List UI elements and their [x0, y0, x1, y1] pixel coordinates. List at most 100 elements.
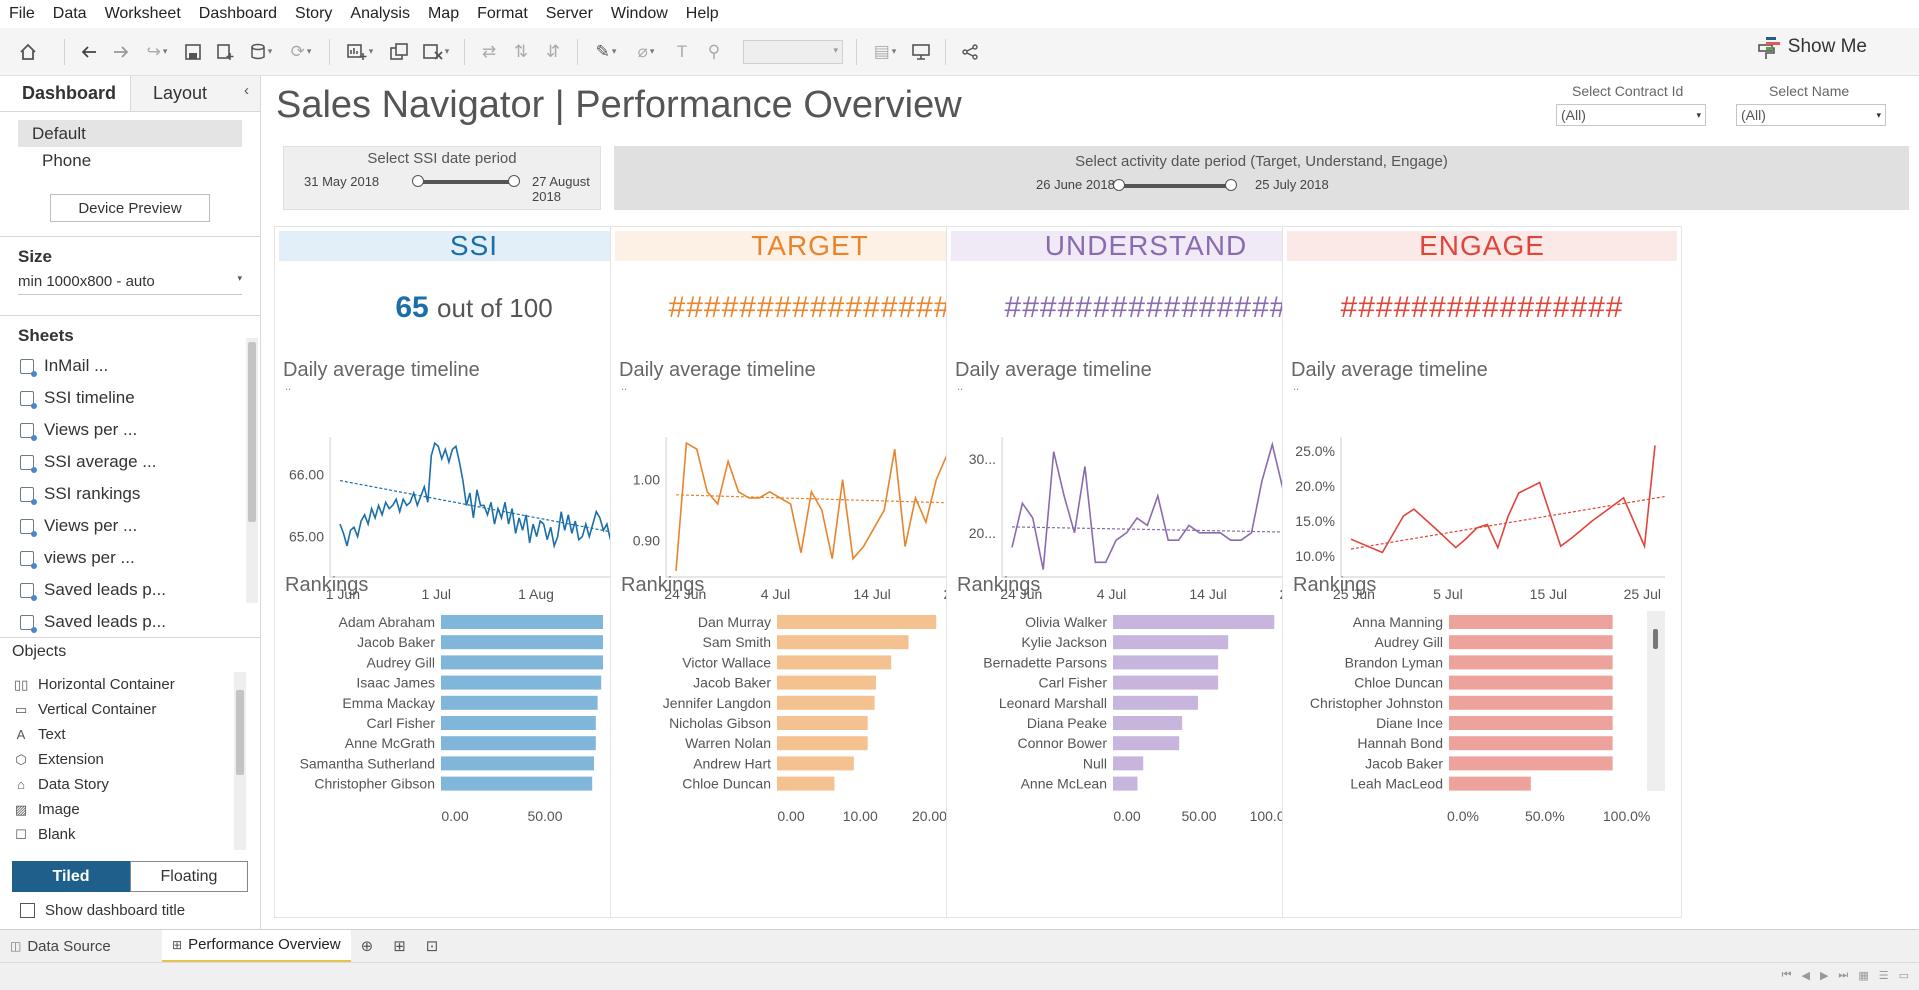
object-item[interactable]: ▨ Image: [0, 797, 175, 822]
menu-window[interactable]: Window: [602, 5, 677, 23]
activity-date-slider[interactable]: [1113, 179, 1237, 191]
rankings-scrollbar[interactable]: [1647, 611, 1665, 791]
sheets-scrollbar[interactable]: [246, 338, 258, 603]
sheet-item-label: SSI timeline: [44, 388, 135, 407]
replay-icon[interactable]: ↪ ▾: [137, 36, 177, 68]
tab-data-source[interactable]: ◫ Data Source: [0, 930, 162, 963]
scroll-thumb[interactable]: [1653, 629, 1658, 649]
tab-performance-overview[interactable]: ⊞ Performance Overview: [162, 929, 351, 963]
sheet-item[interactable]: InMail ...: [0, 350, 260, 382]
size-dropdown[interactable]: min 1000x800 - auto ▾: [18, 273, 242, 295]
fit-dropdown[interactable]: ▾: [738, 36, 848, 68]
menu-dashboard[interactable]: Dashboard: [190, 5, 286, 23]
list-view-icon[interactable]: ☰: [1879, 969, 1889, 982]
floating-button[interactable]: Floating: [130, 861, 248, 892]
device-preview-button[interactable]: Device Preview: [50, 194, 210, 222]
last-page-icon[interactable]: ⏭: [1838, 969, 1848, 982]
slider-start-handle[interactable]: [1113, 179, 1125, 191]
object-item[interactable]: ⌂ Data Story: [0, 772, 175, 797]
save-icon[interactable]: [177, 36, 209, 68]
objects-scrollbar[interactable]: [234, 672, 246, 850]
sheet-item[interactable]: Views per ...: [0, 414, 260, 446]
ranking-name-label: Chloe Duncan: [1354, 675, 1443, 691]
sort-descending-icon[interactable]: ⇵: [537, 36, 569, 68]
highlight-icon[interactable]: ✎ ▾: [586, 36, 626, 68]
filmstrip-view-icon[interactable]: ▭: [1899, 969, 1909, 982]
device-default[interactable]: Default: [18, 120, 242, 147]
next-page-icon[interactable]: ▶: [1820, 969, 1828, 982]
sheet-item[interactable]: SSI average ...: [0, 446, 260, 478]
tab-layout[interactable]: Layout: [129, 76, 260, 111]
menu-map[interactable]: Map: [419, 5, 468, 23]
sheet-item[interactable]: SSI rankings: [0, 478, 260, 510]
home-icon[interactable]: [0, 36, 56, 68]
object-item[interactable]: A Text: [0, 722, 175, 747]
group-members-icon[interactable]: ⌀ ▾: [626, 36, 666, 68]
refresh-icon[interactable]: ⟳ ▾: [281, 36, 321, 68]
slider-end-handle[interactable]: [508, 175, 520, 187]
sheet-item[interactable]: SSI timeline: [0, 382, 260, 414]
redo-icon[interactable]: [105, 36, 137, 68]
ranking-bar: [1113, 635, 1229, 650]
name-filter-value: (All): [1741, 107, 1766, 123]
undo-icon[interactable]: [73, 36, 105, 68]
ssi-date-slider[interactable]: [412, 175, 520, 187]
pause-updates-icon[interactable]: ▾: [241, 36, 281, 68]
ranking-bar: [1113, 756, 1144, 771]
presentation-mode-icon[interactable]: [905, 36, 937, 68]
sort-ascending-icon[interactable]: ⇅: [505, 36, 537, 68]
sheet-item[interactable]: views per ...: [0, 542, 260, 574]
menu-story[interactable]: Story: [286, 5, 341, 23]
ranking-name-label: Brandon Lyman: [1345, 654, 1443, 670]
menu-format[interactable]: Format: [468, 5, 537, 23]
new-worksheet-icon[interactable]: ▾: [338, 36, 382, 68]
contract-filter-dropdown[interactable]: (All) ▾: [1556, 104, 1706, 126]
menu-help[interactable]: Help: [677, 5, 728, 23]
x-tick-label: 0.0%: [1447, 808, 1479, 824]
menu-file[interactable]: File: [0, 5, 44, 23]
object-item[interactable]: ⬡ Extension: [0, 747, 175, 772]
ranking-name-label: Kylie Jackson: [1021, 634, 1107, 650]
show-dashboard-title-checkbox[interactable]: Show dashboard title: [20, 902, 185, 919]
sheet-item[interactable]: Views per ...: [0, 510, 260, 542]
device-phone[interactable]: Phone: [18, 147, 242, 174]
grid-view-icon[interactable]: ▦: [1858, 969, 1868, 982]
object-item[interactable]: ▭ Vertical Container: [0, 697, 175, 722]
name-filter-dropdown[interactable]: (All) ▾: [1736, 104, 1886, 126]
clear-sheet-icon[interactable]: ▾: [416, 36, 456, 68]
show-mark-labels-icon[interactable]: T: [666, 36, 698, 68]
menu-server[interactable]: Server: [537, 5, 602, 23]
tab-dashboard[interactable]: Dashboard: [0, 76, 130, 111]
new-dashboard-tab-icon[interactable]: ⊞: [383, 930, 416, 963]
new-data-source-icon[interactable]: [209, 36, 241, 68]
dashboard-tab-icon: ⊞: [172, 937, 183, 952]
menu-analysis[interactable]: Analysis: [341, 5, 419, 23]
fix-axes-icon[interactable]: ⚲: [698, 36, 730, 68]
ranking-bar: [777, 655, 892, 670]
swap-rows-columns-icon[interactable]: ⇄: [473, 36, 505, 68]
share-icon[interactable]: [954, 36, 986, 68]
tiled-button[interactable]: Tiled: [12, 861, 130, 892]
show-dashboard-title-label: Show dashboard title: [45, 902, 186, 919]
previous-page-icon[interactable]: ◀: [1801, 969, 1809, 982]
x-tick-label: 0.00: [1113, 808, 1140, 824]
show-cards-icon[interactable]: ▤ ▾: [865, 36, 905, 68]
slider-start-handle[interactable]: [412, 175, 424, 187]
object-item[interactable]: ▯▯ Horizontal Container: [0, 672, 175, 697]
sheet-item[interactable]: Saved leads p...: [0, 606, 260, 638]
collapse-sidebar-icon[interactable]: ‹: [244, 82, 249, 99]
new-story-tab-icon[interactable]: ⊡: [416, 930, 449, 963]
new-worksheet-tab-icon[interactable]: ⊕: [351, 930, 384, 963]
menu-data[interactable]: Data: [44, 5, 96, 23]
tab-performance-overview-label: Performance Overview: [188, 936, 341, 953]
duplicate-icon[interactable]: [382, 36, 416, 68]
menu-worksheet[interactable]: Worksheet: [96, 5, 190, 23]
vertical-container-icon: ▭: [14, 701, 28, 717]
data-story-icon: ⌂: [17, 777, 25, 792]
sheet-item[interactable]: Saved leads p...: [0, 574, 260, 606]
ranking-bar: [777, 695, 875, 710]
slider-end-handle[interactable]: [1225, 179, 1237, 191]
first-page-icon[interactable]: ⏮: [1782, 969, 1792, 982]
object-item[interactable]: ☐ Blank: [0, 822, 175, 847]
show-me-button[interactable]: Show Me: [1765, 36, 1867, 58]
